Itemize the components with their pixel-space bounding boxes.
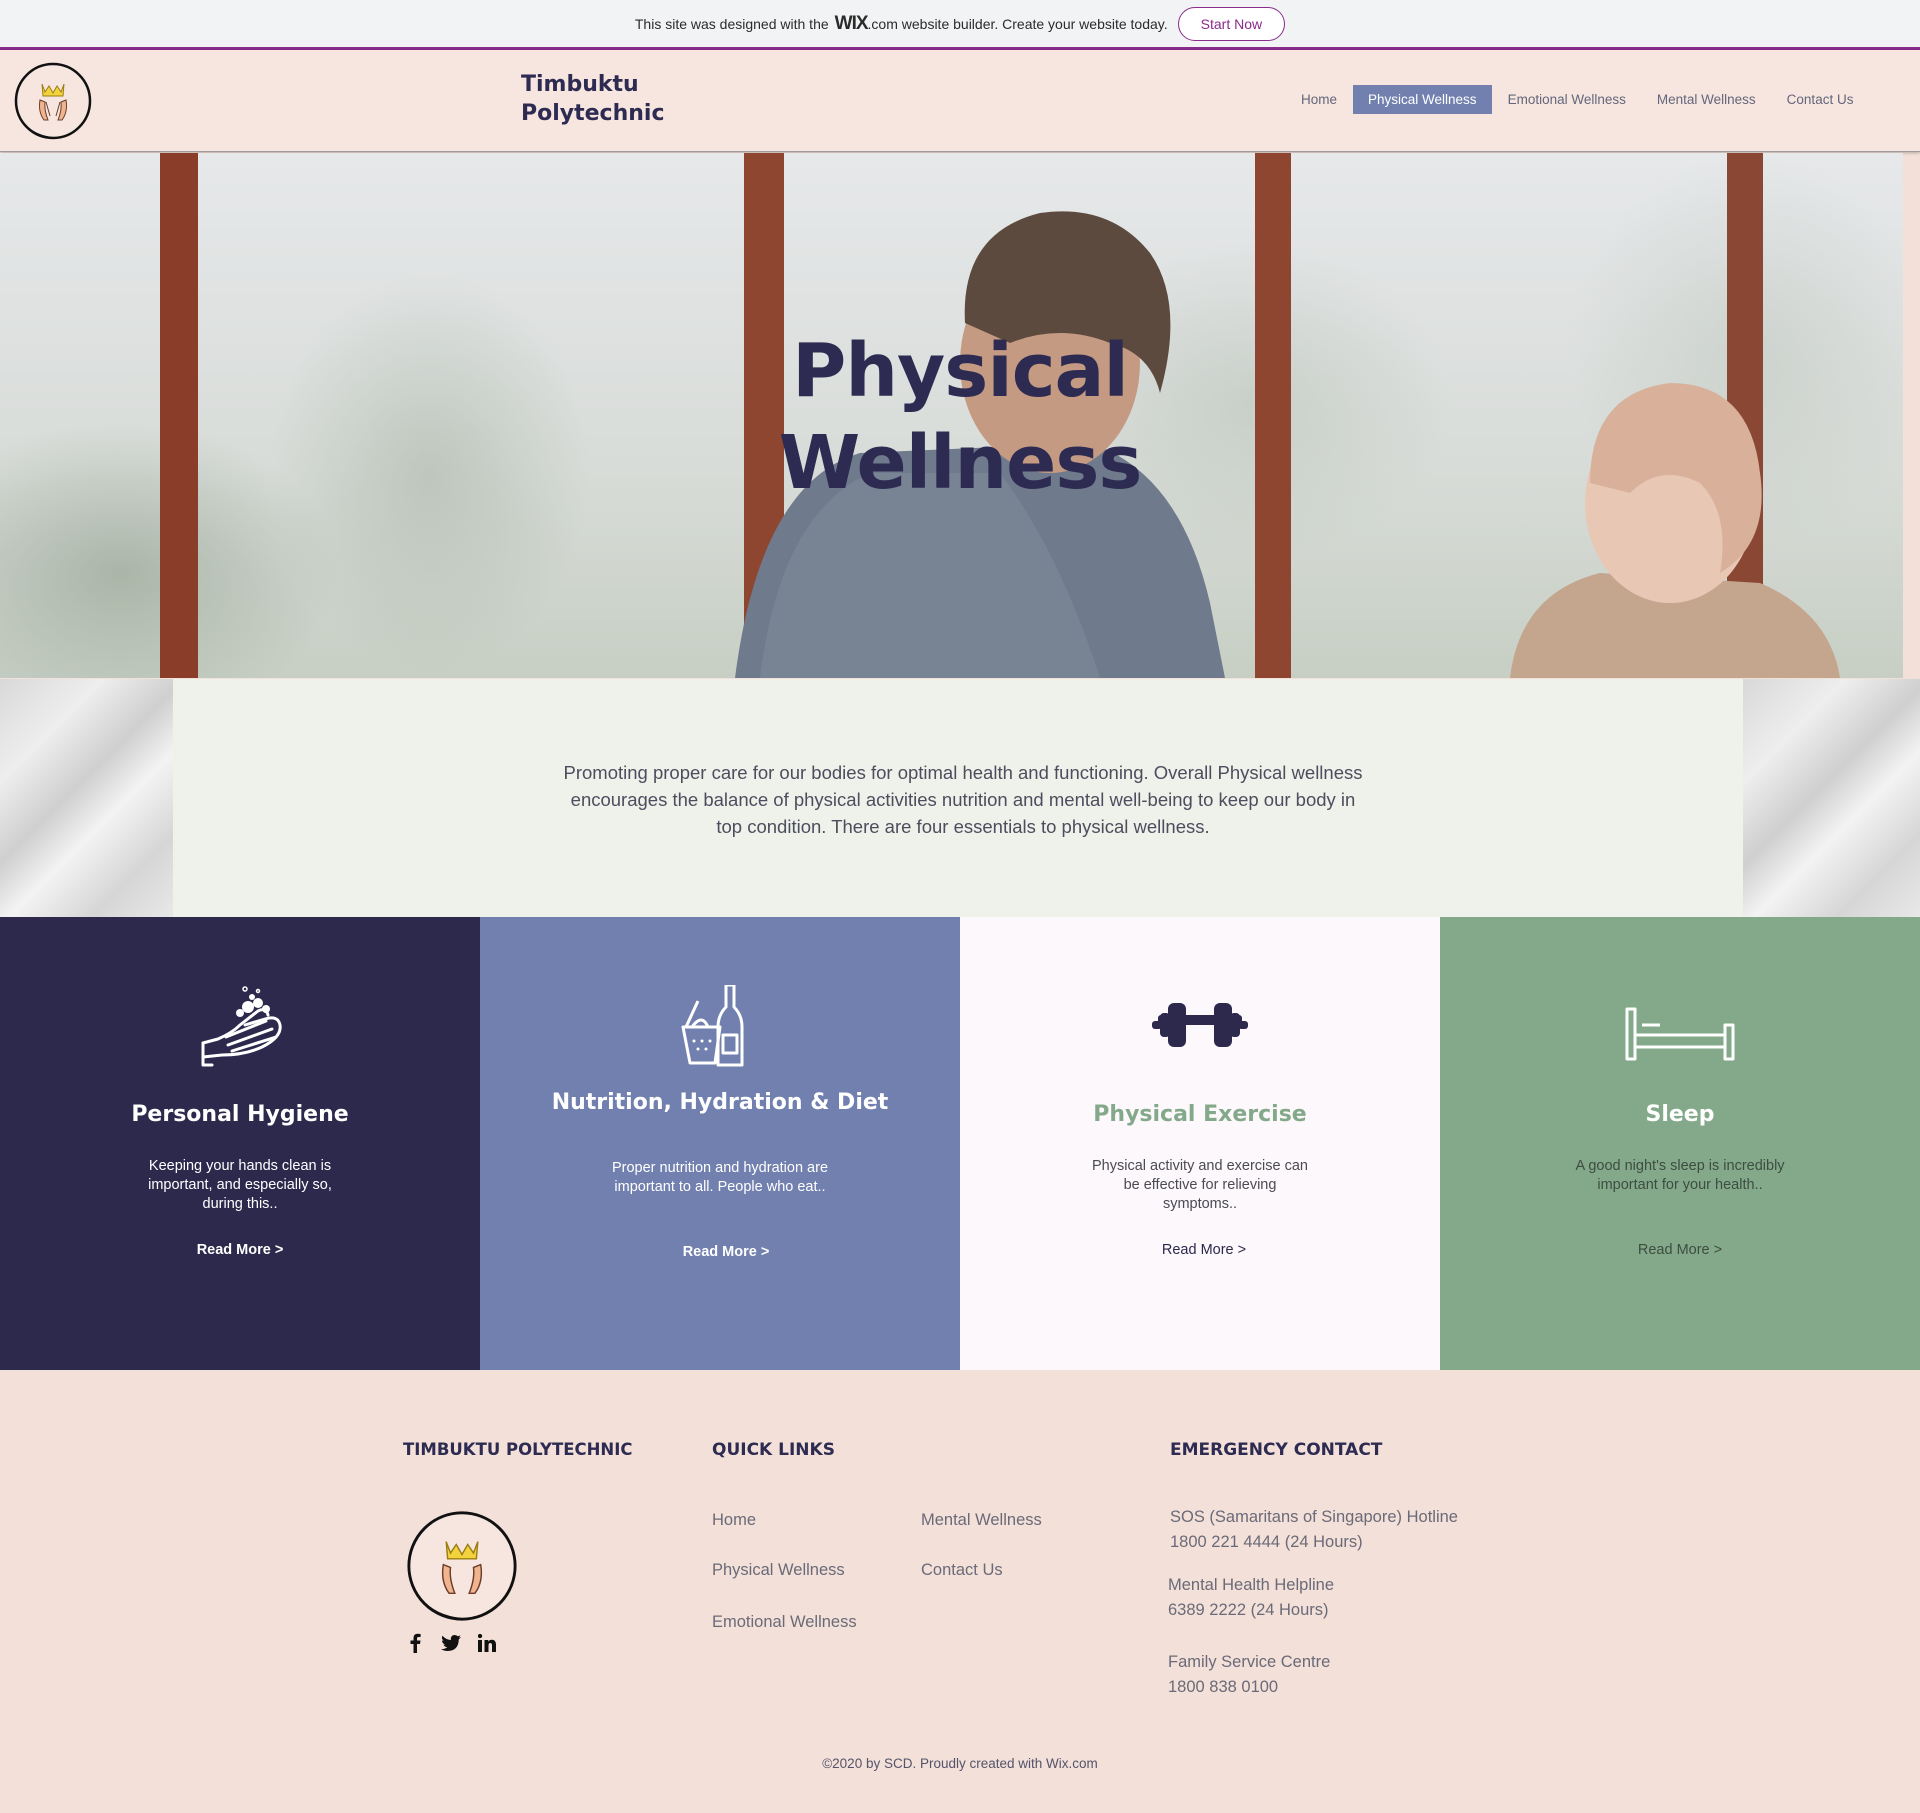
banner-text-before: This site was designed with the xyxy=(634,15,829,32)
hero-title-line2: Wellness xyxy=(778,420,1143,506)
contact-name: Mental Health Helpline xyxy=(1168,1576,1335,1594)
footer-logo[interactable] xyxy=(406,1510,518,1622)
essentials-cards: Personal Hygiene Keeping your hands clea… xyxy=(0,917,1920,1370)
bed-icon xyxy=(1440,985,1920,1073)
marble-left xyxy=(0,679,173,917)
wix-promo-banner: This site was designed with the WIX .com… xyxy=(0,0,1920,50)
contact-sos: SOS (Samaritans of Singapore) Hotline 18… xyxy=(1170,1505,1458,1555)
intro-section: Promoting proper care for our bodies for… xyxy=(173,679,1743,917)
footer-link-emotional-wellness[interactable]: Emotional Wellness xyxy=(712,1613,857,1632)
brand-line2: Polytechnic xyxy=(521,101,665,126)
facebook-icon[interactable] xyxy=(405,1633,425,1653)
card-text: Proper nutrition and hydration are impor… xyxy=(611,1160,829,1195)
marble-right xyxy=(1743,679,1920,917)
main-nav: Home Physical Wellness Emotional Wellnes… xyxy=(1286,85,1869,114)
footer-link-home[interactable]: Home xyxy=(712,1511,756,1530)
nav-home[interactable]: Home xyxy=(1286,85,1352,114)
hero-title: Physical Wellness xyxy=(0,325,1903,509)
card-title: Personal Hygiene xyxy=(131,1102,349,1127)
site-logo[interactable] xyxy=(14,62,92,140)
contact-number: 1800 838 0100 xyxy=(1168,1678,1279,1696)
read-more-link[interactable]: Read More > xyxy=(1440,1242,1920,1258)
site-footer: TIMBUKTU POLYTECHNIC QUICK LINKS Home Ph… xyxy=(0,1370,1920,1813)
social-links xyxy=(405,1633,497,1653)
read-more-link[interactable]: Read More > xyxy=(0,1242,480,1258)
card-personal-hygiene: Personal Hygiene Keeping your hands clea… xyxy=(0,917,480,1370)
card-sleep: Sleep A good night's sleep is incredibly… xyxy=(1440,917,1920,1370)
contact-name: Family Service Centre xyxy=(1168,1653,1331,1671)
banner-text-after: .com website builder. Create your websit… xyxy=(867,15,1168,32)
read-more-link[interactable]: Read More > xyxy=(960,1242,1444,1258)
contact-family-service: Family Service Centre 1800 838 0100 xyxy=(1168,1650,1330,1700)
quick-links-heading: QUICK LINKS xyxy=(712,1440,835,1460)
footer-link-contact-us[interactable]: Contact Us xyxy=(921,1561,1003,1580)
card-text: Physical activity and exercise can be ef… xyxy=(1092,1158,1308,1212)
contact-mental-health: Mental Health Helpline 6389 2222 (24 Hou… xyxy=(1168,1573,1334,1623)
copyright: ©2020 by SCD. Proudly created with Wix.c… xyxy=(822,1756,1098,1771)
card-title: Nutrition, Hydration & Diet xyxy=(551,1090,889,1115)
hand-washing-icon xyxy=(0,985,480,1073)
card-nutrition: Nutrition, Hydration & Diet Proper nutri… xyxy=(480,917,960,1370)
nav-emotional-wellness[interactable]: Emotional Wellness xyxy=(1493,85,1641,114)
contact-number: 6389 2222 (24 Hours) xyxy=(1168,1601,1329,1619)
nav-contact-us[interactable]: Contact Us xyxy=(1772,85,1869,114)
wix-logo: WIX xyxy=(834,12,869,34)
footer-brand-heading: TIMBUKTU POLYTECHNIC xyxy=(403,1440,633,1459)
contact-number: 1800 221 4444 (24 Hours) xyxy=(1170,1533,1363,1551)
site-header: Timbuktu Polytechnic Home Physical Welln… xyxy=(0,50,1920,152)
footer-link-mental-wellness[interactable]: Mental Wellness xyxy=(921,1511,1042,1530)
dumbbell-icon xyxy=(960,985,1440,1073)
card-text: Keeping your hands clean is important, a… xyxy=(148,1158,332,1212)
hero-title-line1: Physical xyxy=(792,328,1129,414)
twitter-icon[interactable] xyxy=(441,1633,461,1653)
card-physical-exercise: Physical Exercise Physical activity and … xyxy=(960,917,1440,1370)
nav-mental-wellness[interactable]: Mental Wellness xyxy=(1642,85,1771,114)
card-text: A good night's sleep is incredibly impor… xyxy=(1575,1158,1785,1193)
read-more-link[interactable]: Read More > xyxy=(480,1244,966,1260)
intro-text: Promoting proper care for our bodies for… xyxy=(563,762,1363,837)
linkedin-icon[interactable] xyxy=(477,1633,497,1653)
hero-section: Physical Wellness xyxy=(0,153,1903,678)
footer-link-physical-wellness[interactable]: Physical Wellness xyxy=(712,1561,845,1580)
nav-physical-wellness[interactable]: Physical Wellness xyxy=(1353,85,1492,114)
grocery-basket-bottle-icon xyxy=(480,983,960,1073)
card-title: Sleep xyxy=(1645,1102,1715,1127)
brand-line1: Timbuktu xyxy=(521,72,639,97)
start-now-button[interactable]: Start Now xyxy=(1177,6,1286,41)
site-brand[interactable]: Timbuktu Polytechnic xyxy=(521,70,665,128)
contact-name: SOS (Samaritans of Singapore) Hotline xyxy=(1170,1508,1458,1526)
emergency-contact-heading: EMERGENCY CONTACT xyxy=(1170,1440,1383,1460)
card-title: Physical Exercise xyxy=(1093,1102,1307,1127)
